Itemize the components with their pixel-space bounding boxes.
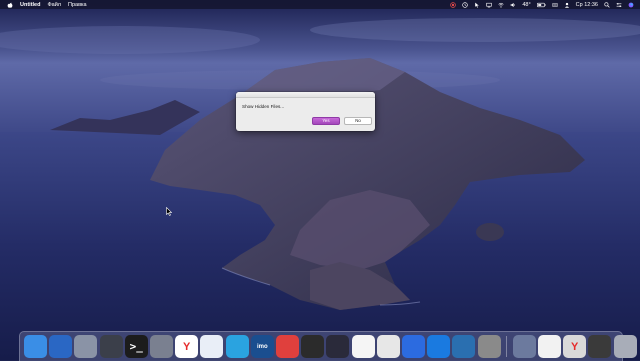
clock-icon[interactable] (462, 1, 469, 8)
apple-icon[interactable] (7, 2, 13, 8)
user-icon[interactable] (564, 2, 570, 8)
activity-monitor-icon[interactable] (49, 335, 73, 358)
launchpad-icon[interactable] (74, 335, 98, 358)
compressor-icon[interactable] (402, 335, 425, 358)
record-icon[interactable] (450, 1, 457, 8)
final-cut-pro-icon[interactable] (326, 335, 350, 358)
show-hidden-files-dialog: Show Hidden Files... Yes No (236, 92, 375, 131)
quicktime-icon[interactable] (452, 335, 476, 358)
xcode-icon[interactable] (427, 335, 451, 358)
menubar-clock[interactable]: Ср 12:36 (576, 2, 598, 8)
dialog-message: Show Hidden Files... (242, 104, 285, 109)
mission-control-icon[interactable] (99, 335, 123, 358)
obs-icon[interactable] (301, 335, 325, 358)
display-icon[interactable] (486, 2, 493, 8)
archive-utility-icon[interactable] (150, 335, 173, 358)
yandex-window-icon[interactable]: Y (563, 335, 587, 358)
dock-separator (505, 336, 507, 357)
yandex-browser-icon[interactable]: Y (175, 335, 199, 358)
telegram-icon[interactable] (225, 335, 249, 358)
trash-icon[interactable] (613, 335, 637, 358)
wifi-icon[interactable] (498, 2, 504, 8)
keyboard-icon[interactable] (551, 2, 558, 8)
menu-file[interactable]: Файл (47, 2, 61, 8)
battery-percentage: 48° (522, 1, 531, 8)
terminal-icon[interactable]: >_ (124, 335, 148, 358)
menu-edit[interactable]: Правка (68, 2, 87, 8)
dock: >_ Yimo Y (19, 331, 637, 361)
minimized-window-icon[interactable] (588, 335, 612, 358)
photos-icon[interactable] (351, 335, 375, 358)
siri-icon[interactable] (628, 2, 634, 8)
menu-app-name[interactable]: Untitled (20, 2, 40, 8)
imo-icon[interactable]: imo (250, 335, 274, 358)
yes-button[interactable]: Yes (312, 117, 340, 125)
safari-icon[interactable] (200, 335, 224, 358)
control-center-icon[interactable] (616, 2, 622, 8)
system-preferences-icon[interactable] (477, 335, 501, 358)
dialog-titlebar[interactable] (236, 92, 375, 98)
volume-icon[interactable] (510, 2, 516, 8)
menu-bar: Untitled Файл Правка 48° Ср 12:36 (0, 0, 640, 9)
mouse-pointer-icon (166, 207, 172, 216)
search-icon[interactable] (604, 1, 610, 8)
no-button[interactable]: No (344, 117, 372, 125)
document-icon[interactable] (538, 335, 561, 358)
desktop-wallpaper (0, 0, 640, 360)
anydesk-icon[interactable] (276, 335, 299, 358)
keynote-icon[interactable] (376, 335, 400, 358)
battery-icon[interactable] (536, 2, 546, 8)
cursor-icon[interactable] (474, 2, 480, 8)
finder-icon[interactable] (24, 335, 47, 358)
stacks-icon[interactable] (512, 335, 536, 358)
